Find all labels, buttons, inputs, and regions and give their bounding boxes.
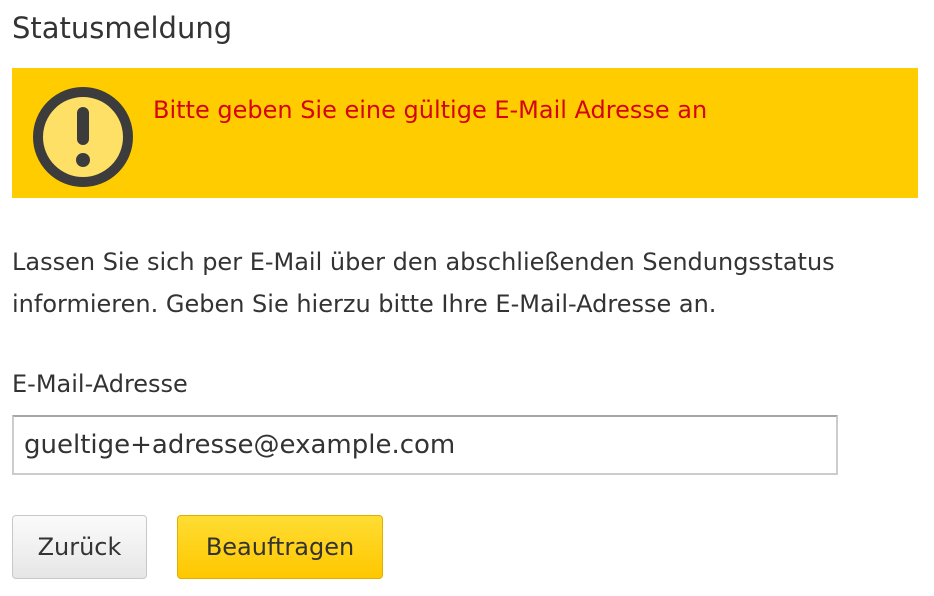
status-alert: Bitte geben Sie eine gültige E-Mail Adre… [12, 68, 918, 198]
intro-text: Lassen Sie sich per E-Mail über den absc… [12, 241, 922, 325]
alert-message: Bitte geben Sie eine gültige E-Mail Adre… [153, 96, 708, 124]
intro-line-2: informieren. Geben Sie hierzu bitte Ihre… [12, 290, 717, 318]
email-field[interactable] [12, 415, 838, 475]
submit-button[interactable]: Beauftragen [177, 515, 383, 579]
back-button[interactable]: Zurück [12, 515, 147, 579]
email-label: E-Mail-Adresse [12, 370, 188, 398]
intro-line-1: Lassen Sie sich per E-Mail über den absc… [12, 248, 835, 276]
page-title: Statusmeldung [12, 11, 233, 45]
warning-exclamation-icon [32, 86, 134, 188]
